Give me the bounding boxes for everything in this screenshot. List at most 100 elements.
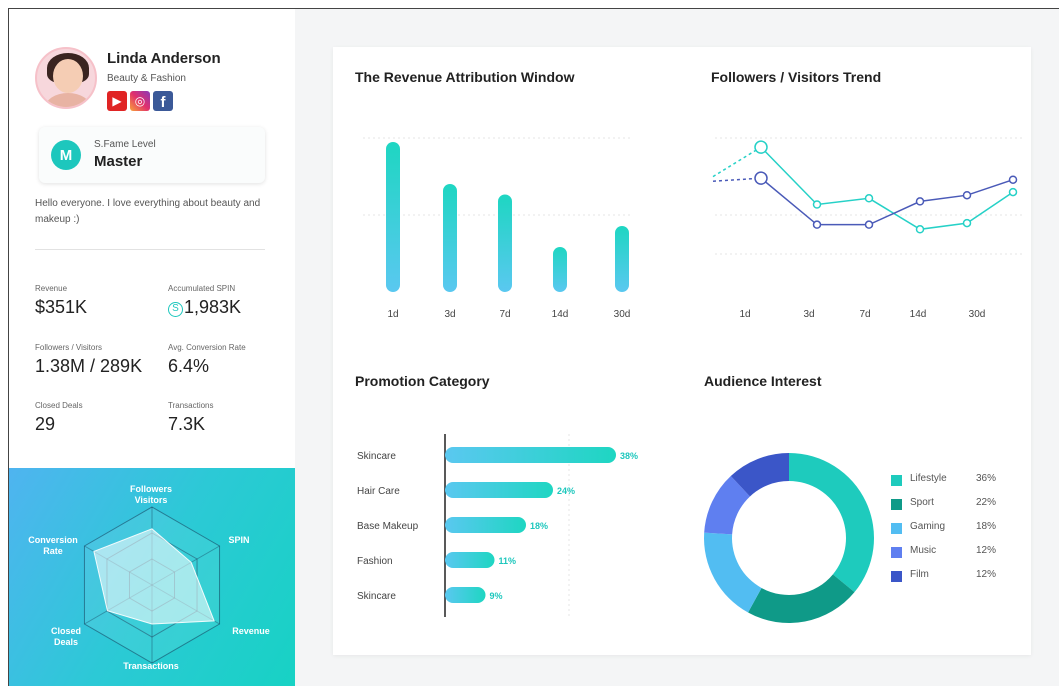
promotion-category-label: Hair Care xyxy=(357,486,400,497)
legend-name: Sport xyxy=(910,497,934,508)
radar-label-conversion: Conversion Rate xyxy=(28,535,78,556)
legend-item-film[interactable]: Film 12% xyxy=(891,568,1011,592)
stat-label-followers: Followers / Visitors xyxy=(35,343,102,352)
revenue-x-tick: 7d xyxy=(499,309,510,320)
level-value: Master xyxy=(94,153,143,170)
legend-item-gaming[interactable]: Gaming 18% xyxy=(891,520,1011,544)
trend-lead-in-line xyxy=(712,177,762,182)
avatar[interactable] xyxy=(35,47,97,109)
trend-lead-in-line xyxy=(712,146,762,178)
stat-label-transactions: Transactions xyxy=(168,401,214,410)
trend-point xyxy=(812,200,822,209)
trend-point xyxy=(754,171,768,185)
stat-value-spin: S 1,983K xyxy=(168,297,241,318)
legend-value: 22% xyxy=(976,497,997,508)
trend-point xyxy=(962,190,972,200)
radar-label-transactions: Transactions xyxy=(123,661,179,671)
trend-point xyxy=(915,225,925,234)
trend-point xyxy=(754,140,768,154)
stat-label-deals: Closed Deals xyxy=(35,401,83,410)
trend-point xyxy=(915,197,925,206)
avatar-body xyxy=(45,93,91,107)
legend-swatch xyxy=(891,547,902,558)
trend-point xyxy=(812,220,822,229)
radar-label-revenue: Revenue xyxy=(232,626,270,636)
level-label: S.Fame Level xyxy=(94,139,156,150)
stat-value-conversion: 6.4% xyxy=(168,356,210,376)
legend-name: Lifestyle xyxy=(910,473,947,484)
audience-slice xyxy=(748,574,855,623)
dashboard-frame: Linda Anderson Beauty & Fashion ▶ ◎ f M … xyxy=(8,8,1059,686)
stat-value-spin-text: 1,983K xyxy=(184,297,242,317)
trend-x-tick: 7d xyxy=(859,309,870,320)
stat-label-spin: Accumulated SPIN xyxy=(168,284,236,293)
radar-panel: Followers Visitors SPIN Revenue Transact… xyxy=(9,468,295,686)
promotion-value-label: 38% xyxy=(620,451,638,461)
stat-value-revenue: $351K xyxy=(35,297,88,317)
legend-swatch xyxy=(891,523,902,534)
promotion-value-label: 9% xyxy=(490,591,503,601)
audience-slice xyxy=(789,453,875,593)
revenue-x-tick: 30d xyxy=(614,309,631,320)
promotion-value-label: 11% xyxy=(499,556,517,566)
revenue-x-tick: 1d xyxy=(387,309,398,320)
instagram-icon[interactable]: ◎ xyxy=(130,91,150,111)
charts-card: The Revenue Attribution Window Followers… xyxy=(333,47,1031,655)
fame-level-card: M S.Fame Level Master xyxy=(39,127,265,183)
legend-swatch xyxy=(891,475,902,486)
legend-item-lifestyle[interactable]: Lifestyle 36% xyxy=(891,472,1011,496)
revenue-bar xyxy=(386,142,400,292)
spin-coin-icon: S xyxy=(168,302,183,317)
youtube-icon[interactable]: ▶ xyxy=(107,91,127,111)
profile-category: Beauty & Fashion xyxy=(107,73,186,84)
promotion-bar xyxy=(445,447,616,463)
profile-bio: Hello everyone. I love everything about … xyxy=(35,198,261,225)
radar-label-followers: Followers Visitors xyxy=(129,484,172,505)
stat-value-followers: 1.38M / 289K xyxy=(35,356,143,376)
revenue-bar xyxy=(443,184,457,292)
trend-point xyxy=(1008,175,1018,184)
legend-value: 12% xyxy=(976,545,997,556)
legend-name: Film xyxy=(910,569,929,580)
promotion-bar xyxy=(445,517,526,533)
revenue-bar xyxy=(553,247,567,292)
trend-point xyxy=(864,220,874,229)
level-badge: M xyxy=(51,140,81,170)
stat-label-conversion: Avg. Conversion Rate xyxy=(168,343,246,352)
revenue-bar xyxy=(615,226,629,292)
profile-name: Linda Anderson xyxy=(107,50,221,67)
audience-legend: Lifestyle 36% Sport 22% Gaming 18% Music… xyxy=(891,472,1011,592)
stat-value-transactions: 7.3K xyxy=(168,414,206,434)
facebook-icon[interactable]: f xyxy=(153,91,173,111)
audience-slice xyxy=(704,532,762,613)
avatar-face xyxy=(53,59,83,93)
revenue-x-tick: 14d xyxy=(552,309,569,320)
legend-name: Gaming xyxy=(910,521,946,532)
social-links: ▶ ◎ f xyxy=(107,91,173,111)
legend-item-music[interactable]: Music 12% xyxy=(891,544,1011,568)
radar-label-spin: SPIN xyxy=(228,535,250,545)
legend-item-sport[interactable]: Sport 22% xyxy=(891,496,1011,520)
legend-value: 36% xyxy=(976,473,997,484)
promotion-category-label: Skincare xyxy=(357,591,396,602)
legend-swatch xyxy=(891,571,902,582)
stat-value-deals: 29 xyxy=(35,414,56,434)
divider xyxy=(35,249,265,250)
trend-x-tick: 3d xyxy=(803,309,814,320)
trend-point xyxy=(1008,187,1018,197)
trend-x-tick: 14d xyxy=(910,309,927,320)
promotion-bar xyxy=(445,552,495,568)
profile-sidebar: Linda Anderson Beauty & Fashion ▶ ◎ f M … xyxy=(9,9,295,686)
promotion-value-label: 18% xyxy=(530,521,548,531)
legend-value: 18% xyxy=(976,521,997,532)
promotion-bar xyxy=(445,482,553,498)
trend-point xyxy=(962,218,972,228)
legend-name: Music xyxy=(910,545,937,556)
legend-value: 12% xyxy=(976,569,997,580)
promotion-bar xyxy=(445,587,486,603)
promotion-value-label: 24% xyxy=(557,486,575,496)
trend-point xyxy=(864,194,874,203)
promotion-category-label: Fashion xyxy=(357,556,393,567)
radar-label-closed-deals: Closed Deals xyxy=(50,626,81,647)
revenue-bar xyxy=(498,194,512,292)
